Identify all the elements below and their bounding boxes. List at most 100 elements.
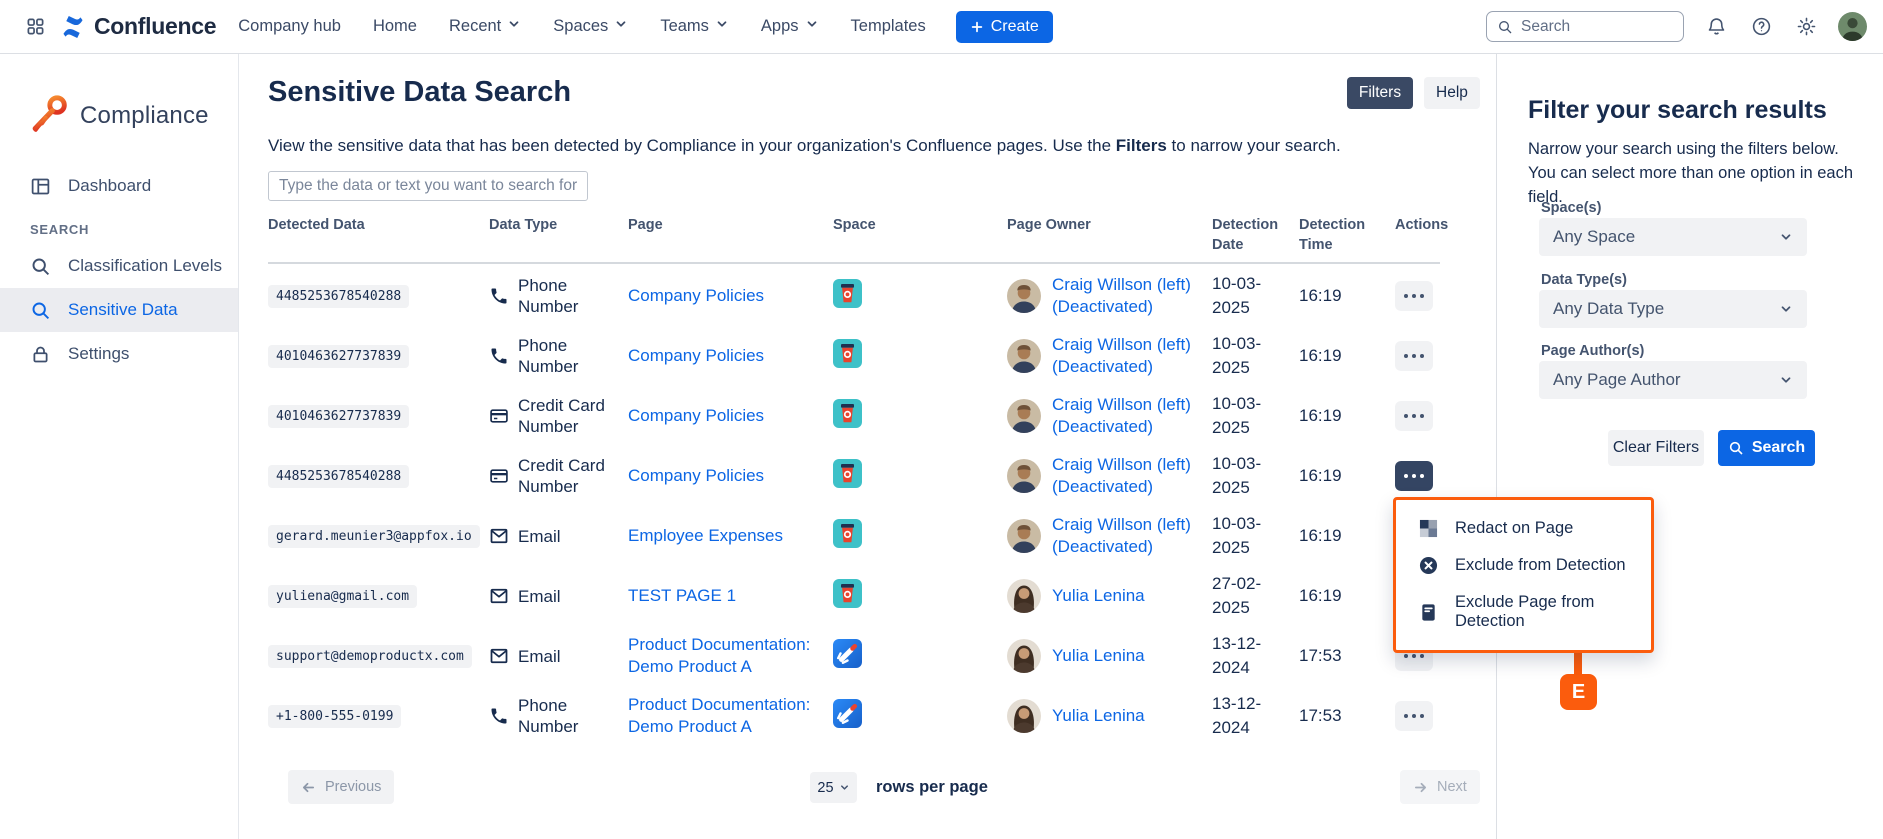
search-icon (1728, 440, 1744, 456)
nav-item-recent[interactable]: Recent (449, 17, 521, 36)
nav-item-apps[interactable]: Apps (761, 17, 819, 36)
compliance-app-logo: Compliance (28, 90, 209, 142)
nav-item-company-hub[interactable]: Company hub (238, 17, 341, 36)
data-type-label: Credit Card Number (518, 395, 613, 438)
coffee-space-icon[interactable] (833, 279, 862, 308)
coffee-space-icon[interactable] (833, 579, 862, 608)
lock-icon (30, 344, 51, 365)
global-search[interactable] (1486, 11, 1684, 42)
row-actions-button[interactable] (1395, 401, 1433, 431)
page-link[interactable]: Company Policies (628, 285, 764, 307)
sidebar-section-search: SEARCH (30, 222, 89, 237)
nav-item-templates[interactable]: Templates (851, 17, 926, 36)
help-icon[interactable] (1748, 14, 1774, 40)
page-owner-link[interactable]: Yulia Lenina (1052, 585, 1145, 607)
filters-button[interactable]: Filters (1347, 77, 1413, 109)
page-link[interactable]: Product Documentation: Demo Product A (628, 694, 816, 738)
row-actions-button[interactable] (1395, 461, 1433, 491)
page-owner-link[interactable]: Craig Willson (left) (Deactivated) (1052, 334, 1210, 378)
coffee-space-icon[interactable] (833, 519, 862, 548)
data-type-label: Phone Number (518, 695, 613, 738)
data-type-label: Phone Number (518, 335, 613, 378)
column-header-detection-time: Detection Time (1299, 216, 1395, 255)
page-owner-link[interactable]: Craig Willson (left) (Deactivated) (1052, 274, 1210, 318)
data-search-input[interactable] (268, 171, 588, 201)
settings-gear-icon[interactable] (1793, 14, 1819, 40)
next-page-button[interactable]: Next (1400, 770, 1480, 804)
table-row: 4010463627737839 Credit Card Number Comp… (268, 386, 1440, 446)
sidebar-item-sensitive-data[interactable]: Sensitive Data (0, 288, 238, 332)
coffee-space-icon[interactable] (833, 399, 862, 428)
clear-filters-button[interactable]: Clear Filters (1608, 430, 1704, 466)
top-navigation: Confluence Company hub Home Recent Spaces Te… (0, 0, 1883, 54)
avatar-yulia (1007, 699, 1041, 733)
chevron-down-icon (507, 17, 521, 36)
page-link[interactable]: TEST PAGE 1 (628, 585, 736, 607)
compliance-app-name: Compliance (80, 102, 209, 130)
page-owner-link[interactable]: Craig Willson (left) (Deactivated) (1052, 514, 1210, 558)
page-link[interactable]: Company Policies (628, 465, 764, 487)
row-actions-button[interactable] (1395, 341, 1433, 371)
detected-data-value: 4485253678540288 (268, 465, 409, 488)
email-icon (489, 586, 509, 606)
app-root: Confluence Company hub Home Recent Spaces Te… (0, 0, 1883, 839)
global-search-input[interactable] (1521, 18, 1661, 36)
table-row: 4485253678540288 Credit Card Number Comp… (268, 446, 1440, 506)
nav-item-home[interactable]: Home (373, 17, 417, 36)
page-owner-link[interactable]: Craig Willson (left) (Deactivated) (1052, 394, 1210, 438)
rocket-space-icon[interactable] (833, 699, 862, 728)
confluence-logo[interactable]: Confluence (60, 13, 216, 40)
sidebar-item-dashboard[interactable]: Dashboard (0, 164, 238, 208)
app-switcher-icon[interactable] (18, 10, 52, 44)
detected-data-value: 4010463627737839 (268, 345, 409, 368)
filter-field-label: Space(s) (1541, 200, 1601, 216)
page-link[interactable]: Company Policies (628, 405, 764, 427)
filter-select-page-authors[interactable]: Any Page Author (1539, 361, 1807, 399)
coffee-space-icon[interactable] (833, 459, 862, 488)
page-link[interactable]: Product Documentation: Demo Product A (628, 634, 816, 678)
table-row: yuliena@gmail.com Email TEST PAGE 1 Yuli… (268, 566, 1440, 626)
filter-search-button[interactable]: Search (1718, 430, 1815, 466)
detection-date: 13-12-2024 (1212, 692, 1299, 740)
plus-icon (970, 20, 984, 34)
filter-select-data-types[interactable]: Any Data Type (1539, 290, 1807, 328)
page-title: Sensitive Data Search (268, 76, 571, 109)
exclude-circle-icon (1419, 556, 1438, 575)
exclude-page-icon (1419, 603, 1438, 622)
page-owner-link[interactable]: Yulia Lenina (1052, 705, 1145, 727)
help-button[interactable]: Help (1424, 77, 1480, 109)
chevron-down-icon (614, 17, 628, 36)
nav-item-teams[interactable]: Teams (660, 17, 729, 36)
detection-date: 10-03-2025 (1212, 272, 1299, 320)
filter-select-spaces[interactable]: Any Space (1539, 218, 1807, 256)
menu-item-exclude-page-from-detection[interactable]: Exclude Page from Detection (1396, 584, 1651, 640)
coffee-space-icon[interactable] (833, 339, 862, 368)
menu-item-exclude-from-detection[interactable]: Exclude from Detection (1396, 547, 1651, 584)
rows-per-page-select[interactable]: 25 (810, 772, 857, 803)
detection-time: 16:19 (1299, 464, 1395, 488)
rocket-space-icon[interactable] (833, 639, 862, 668)
menu-item-redact-on-page[interactable]: Redact on Page (1396, 510, 1651, 547)
redact-icon (1419, 519, 1438, 538)
previous-page-button[interactable]: Previous (288, 770, 394, 804)
filter-field-label: Data Type(s) (1541, 272, 1627, 288)
detection-time: 16:19 (1299, 284, 1395, 308)
chevron-down-icon (839, 782, 850, 793)
page-link[interactable]: Company Policies (628, 345, 764, 367)
nav-item-spaces[interactable]: Spaces (553, 17, 628, 36)
row-actions-button[interactable] (1395, 701, 1433, 731)
page-owner-link[interactable]: Yulia Lenina (1052, 645, 1145, 667)
sidebar-item-label: Sensitive Data (68, 300, 178, 320)
row-actions-button[interactable] (1395, 281, 1433, 311)
page-owner-link[interactable]: Craig Willson (left) (Deactivated) (1052, 454, 1210, 498)
page-link[interactable]: Employee Expenses (628, 525, 783, 547)
compliance-sidebar: Compliance Dashboard SEARCH Classificati… (0, 54, 239, 839)
arrow-right-icon (1413, 780, 1428, 795)
detection-date: 27-02-2025 (1212, 572, 1299, 620)
user-avatar[interactable] (1838, 12, 1867, 41)
sidebar-item-classification-levels[interactable]: Classification Levels (0, 244, 238, 288)
sidebar-item-settings[interactable]: Settings (0, 332, 238, 376)
create-button[interactable]: Create (956, 11, 1053, 43)
detection-time: 17:53 (1299, 644, 1395, 668)
notifications-bell-icon[interactable] (1703, 14, 1729, 40)
